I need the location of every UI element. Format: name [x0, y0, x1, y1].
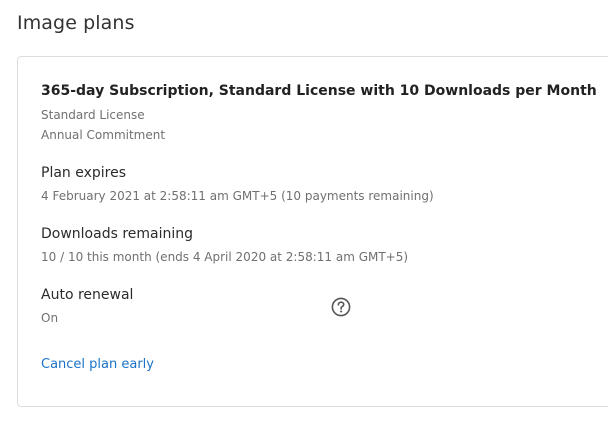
cancel-plan-early-link[interactable]: Cancel plan early: [41, 357, 154, 372]
downloads-remaining-value: 10 / 10 this month (ends 4 April 2020 at…: [41, 250, 409, 264]
plan-license: Standard License: [41, 108, 145, 122]
plan-card: 365-day Subscription, Standard License w…: [17, 56, 608, 407]
plan-expires-label: Plan expires: [41, 165, 127, 181]
auto-renewal-label: Auto renewal: [41, 287, 134, 303]
downloads-remaining-label: Downloads remaining: [41, 226, 194, 242]
question-circle-icon[interactable]: [331, 297, 351, 317]
plan-commitment: Annual Commitment: [41, 128, 166, 142]
page-title: Image plans: [17, 12, 135, 34]
plan-expires-value: 4 February 2021 at 2:58:11 am GMT+5 (10 …: [41, 189, 434, 203]
plan-name: 365-day Subscription, Standard License w…: [41, 83, 597, 99]
auto-renewal-value: On: [41, 311, 59, 325]
